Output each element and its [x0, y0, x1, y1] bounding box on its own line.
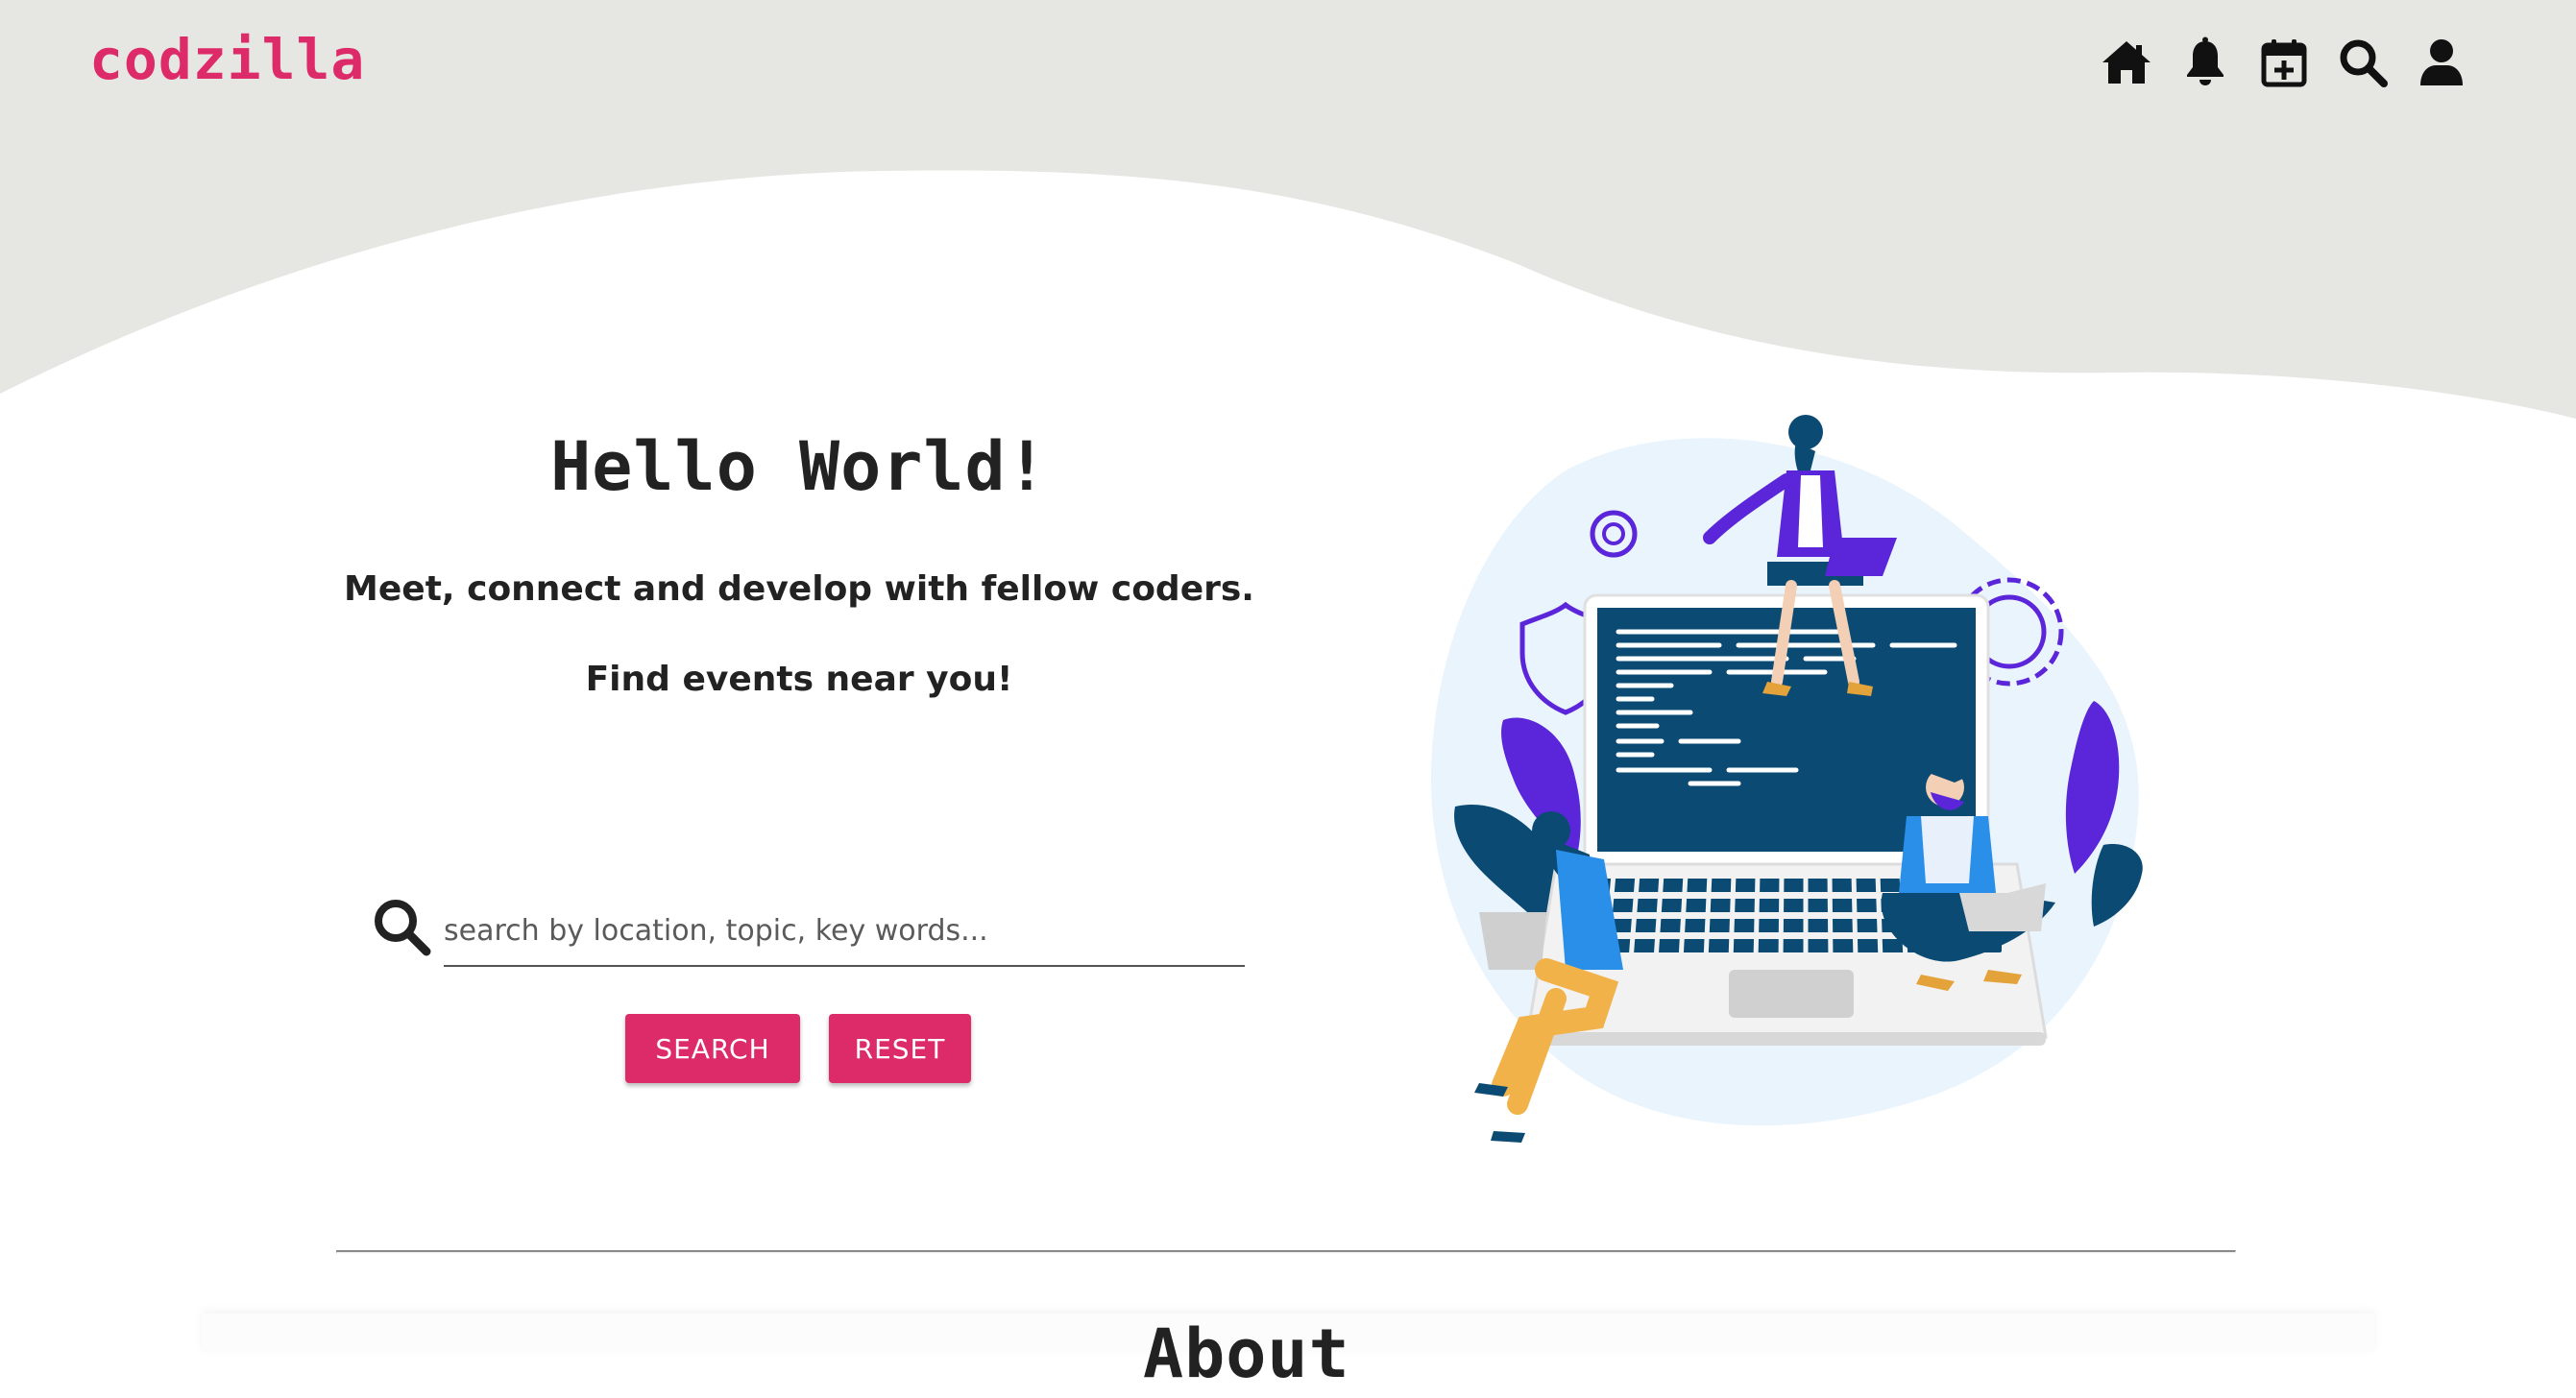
search-actions: SEARCH RESET [625, 1014, 971, 1083]
search-button[interactable]: SEARCH [625, 1014, 800, 1083]
calendar-plus-icon[interactable] [2257, 35, 2311, 90]
search-icon[interactable] [2336, 35, 2390, 90]
reset-button[interactable]: RESET [829, 1014, 971, 1083]
hero-tagline: Meet, connect and develop with fellow co… [344, 569, 1254, 609]
hero-section: Hello World! Meet, connect and develop w… [288, 422, 1310, 703]
hero-subtitle: Find events near you! [585, 660, 1013, 699]
section-divider [336, 1250, 2236, 1253]
user-icon[interactable] [2415, 35, 2468, 90]
event-search-bar [370, 888, 1245, 975]
bell-icon[interactable] [2178, 35, 2232, 90]
search-icon [370, 895, 433, 958]
navbar: codzilla [0, 0, 2576, 125]
hero-title: Hello World! [550, 427, 1048, 506]
home-icon[interactable] [2100, 35, 2153, 90]
nav-icon-bar [2100, 35, 2468, 90]
coders-at-laptop-illustration [1422, 394, 2171, 1152]
brand-logo[interactable]: codzilla [89, 25, 365, 94]
about-title: About [1143, 1314, 1350, 1393]
search-input[interactable] [444, 896, 1245, 967]
